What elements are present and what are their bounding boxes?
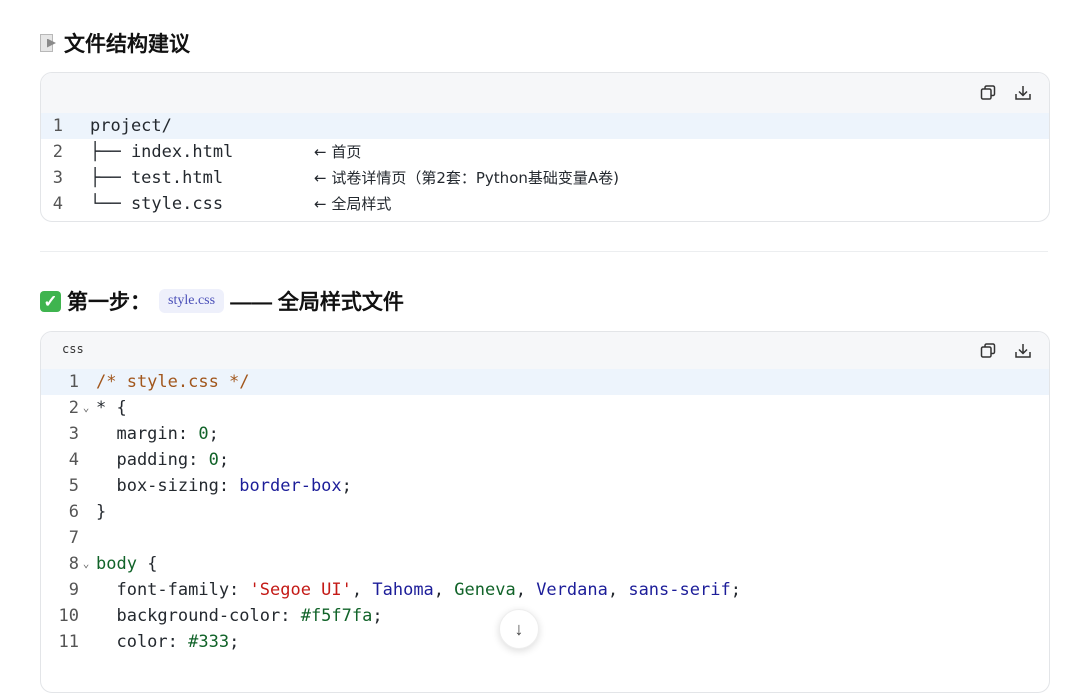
code-text: ├── test.html [90, 168, 224, 188]
code-block-toolbar: css [41, 332, 1049, 369]
line-number: 6 [68, 502, 79, 522]
code-line: 1 /* style.css */ [41, 369, 1049, 395]
code-line: 8 ⌄ body { [41, 551, 1049, 577]
code-line: 5 box-sizing: border-box; [41, 473, 1049, 499]
code-text: ; [218, 450, 230, 470]
code-keyword: border-box [239, 476, 342, 496]
line-number: 10 [58, 606, 79, 626]
copy-icon[interactable] [979, 342, 999, 360]
code-text: ; [229, 632, 240, 652]
line-number: 3 [52, 168, 63, 188]
code-string: 'Segoe UI' [249, 580, 352, 600]
section-heading-step-one: ✓ 第一步： style.css —— 全局样式文件 [40, 286, 404, 316]
code-color-value: #333 [188, 632, 230, 652]
code-line: 2 ⌄ * { [41, 395, 1049, 421]
code-text: margin: [96, 424, 199, 444]
code-line: 11 color: #333; [41, 629, 1049, 655]
code-comment: ← 首页 [314, 143, 362, 161]
code-text: , [433, 580, 455, 600]
code-comment: ← 全局样式 [314, 195, 392, 213]
line-number: 4 [68, 450, 79, 470]
fold-chevron-icon[interactable]: ⌄ [79, 551, 93, 577]
line-number: 7 [68, 528, 79, 548]
code-text: ; [341, 476, 352, 496]
code-color-value: #f5f7fa [300, 606, 373, 626]
line-number: 8 [68, 554, 79, 574]
line-number: 3 [68, 424, 79, 444]
section-heading-file-structure: 文件结构建议 [40, 28, 190, 58]
line-number: 2 [68, 398, 79, 418]
line-number: 2 [52, 142, 63, 162]
code-content: 1 project/ 2 ├── index.html ← 首页 3 ├── t… [41, 113, 1049, 221]
code-line: 1 project/ [41, 113, 1049, 139]
code-line: 3 ├── test.html ← 试卷详情页（第2套：Python基础变量A卷… [41, 165, 1049, 191]
scroll-down-button[interactable]: ↓ [499, 609, 539, 649]
code-text: └── style.css [90, 194, 224, 214]
code-line: 4 └── style.css ← 全局样式 [41, 191, 1049, 217]
download-icon[interactable] [1013, 342, 1033, 360]
code-content: 1/* style.css */ 2 ⌄ * { 3 margin: 0; 4 pa… [41, 369, 1049, 655]
line-number: 1 [52, 116, 63, 136]
code-text: font-family: [96, 580, 250, 600]
code-text: ; [730, 580, 741, 600]
copy-icon[interactable] [979, 84, 999, 102]
code-comment: ← 试卷详情页（第2套：Python基础变量A卷) [314, 169, 619, 187]
inline-code-filename: style.css [159, 289, 225, 313]
code-line: 7 [41, 525, 1049, 551]
code-number: 0 [198, 424, 209, 444]
code-block-toolbar [41, 73, 1049, 113]
code-line: 10 background-color: #f5f7fa; [41, 603, 1049, 629]
heading-suffix: —— 全局样式文件 [230, 291, 404, 314]
code-line: 2 ├── index.html ← 首页 [41, 139, 1049, 165]
code-keyword: Geneva [454, 580, 516, 600]
heading-prefix: 第一步： [67, 291, 151, 314]
code-text: * { [96, 398, 127, 418]
document-icon [40, 33, 56, 53]
code-block-css: css 1/* style.css */ 2 ⌄ * { 3 margin: 0; … [40, 331, 1050, 693]
code-text: project/ [90, 116, 172, 136]
code-keyword: Verdana [536, 580, 608, 600]
code-text: , [607, 580, 629, 600]
arrow-down-icon: ↓ [514, 619, 524, 639]
code-selector: body [96, 554, 137, 574]
code-line: 6} [41, 499, 1049, 525]
code-text: box-sizing: [96, 476, 240, 496]
code-text: color: [96, 632, 189, 652]
line-number: 1 [68, 372, 79, 392]
fold-chevron-icon[interactable]: ⌄ [79, 395, 93, 421]
code-text: } [96, 502, 107, 522]
language-label: css [62, 342, 84, 356]
download-icon[interactable] [1013, 84, 1033, 102]
code-text: { [136, 554, 158, 574]
code-text: , [515, 580, 537, 600]
section-divider [40, 251, 1048, 252]
check-icon: ✓ [40, 290, 61, 312]
code-text: ├── index.html [90, 142, 234, 162]
heading-text: 文件结构建议 [64, 33, 190, 56]
code-keyword: sans-serif [628, 580, 731, 600]
code-block-file-structure: 1 project/ 2 ├── index.html ← 首页 3 ├── t… [40, 72, 1050, 222]
code-keyword: Tahoma [372, 580, 434, 600]
code-line: 9 font-family: 'Segoe UI', Tahoma, Genev… [41, 577, 1049, 603]
line-number: 9 [68, 580, 79, 600]
line-number: 5 [68, 476, 79, 496]
line-number: 4 [52, 194, 63, 214]
code-comment: /* style.css */ [96, 372, 250, 392]
code-line: 3 margin: 0; [41, 421, 1049, 447]
code-text: , [351, 580, 373, 600]
code-text: ; [372, 606, 383, 626]
code-text: background-color: [96, 606, 301, 626]
code-line: 4 padding: 0; [41, 447, 1049, 473]
code-text: ; [208, 424, 219, 444]
code-number: 0 [208, 450, 219, 470]
code-text: padding: [96, 450, 209, 470]
line-number: 11 [58, 632, 79, 652]
